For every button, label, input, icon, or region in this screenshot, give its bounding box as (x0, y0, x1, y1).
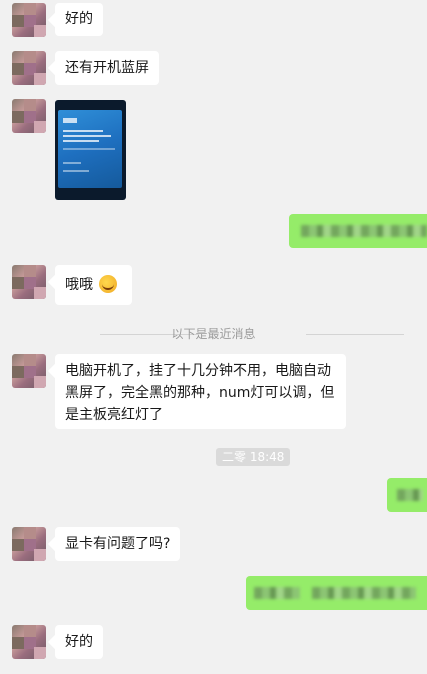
contact-avatar[interactable] (12, 51, 46, 85)
message-bubble-incoming[interactable]: 哦哦 (55, 265, 132, 305)
redacted-text (312, 587, 416, 599)
message-text: 哦哦 (65, 277, 93, 293)
message-bubble-incoming[interactable]: 好的 (55, 625, 103, 659)
timestamp-badge: 二零 18:48 (216, 448, 291, 466)
message-bubble-incoming[interactable]: 显卡有问题了吗? (55, 527, 181, 561)
contact-avatar[interactable] (12, 354, 46, 388)
message-bubble-outgoing[interactable] (246, 576, 427, 610)
blue-screen-photo[interactable] (55, 100, 126, 200)
message-text: 还有开机蓝屏 (65, 60, 149, 76)
message-text: 好的 (65, 11, 93, 27)
contact-avatar[interactable] (12, 265, 46, 299)
redacted-text (254, 587, 300, 599)
message-bubble-outgoing[interactable] (289, 214, 427, 248)
contact-avatar[interactable] (12, 527, 46, 561)
redacted-text (397, 489, 423, 501)
laughing-tears-emoji (99, 275, 118, 293)
contact-avatar[interactable] (12, 3, 46, 37)
message-bubble-incoming[interactable]: 好的 (55, 3, 103, 36)
message-bubble-incoming[interactable]: 电脑开机了，挂了十几分钟不用，电脑自动黑屏了，完全黑的那种，num灯可以调，但是… (55, 354, 346, 429)
message-text: 显卡有问题了吗? (65, 536, 171, 552)
message-text: 好的 (65, 634, 93, 650)
blue-screen-image (58, 110, 122, 188)
contact-avatar[interactable] (12, 99, 46, 133)
message-bubble-incoming[interactable]: 还有开机蓝屏 (55, 51, 159, 85)
contact-avatar[interactable] (12, 625, 46, 659)
message-text: 电脑开机了，挂了十几分钟不用，电脑自动黑屏了，完全黑的那种，num灯可以调，但是… (65, 363, 335, 423)
redacted-text (301, 225, 427, 237)
message-bubble-outgoing[interactable] (387, 478, 427, 512)
divider-line-right (306, 334, 404, 335)
